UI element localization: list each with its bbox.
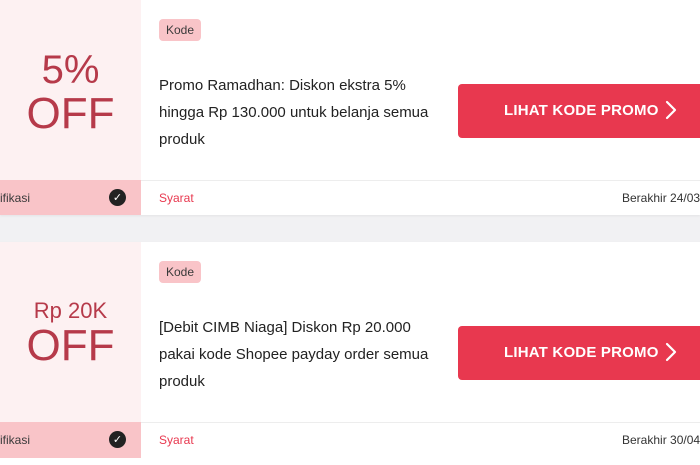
terms-link[interactable]: Syarat — [159, 433, 194, 447]
verified-label: rifikasi — [0, 433, 31, 447]
verified-strip: rifikasi ✓ — [0, 180, 141, 215]
button-label: LIHAT KODE PROMO — [504, 344, 659, 361]
code-badge: Kode — [159, 19, 202, 41]
expiry-date: Berakhir 30/04/ — [622, 433, 700, 447]
coupon-amount-off: OFF — [26, 321, 115, 370]
chevron-right-icon — [665, 100, 677, 120]
show-promo-code-button[interactable]: LIHAT KODE PROMO — [458, 326, 700, 380]
check-circle-icon: ✓ — [109, 189, 126, 206]
button-label: LIHAT KODE PROMO — [504, 102, 659, 119]
coupon-amount-value: Rp 20K — [33, 298, 108, 323]
card-divider — [141, 180, 700, 181]
coupon-amount-off: OFF — [26, 89, 115, 138]
coupon-card: 5% OFF rifikasi ✓ Kode Promo Ramadhan: D… — [0, 0, 700, 215]
terms-link[interactable]: Syarat — [159, 191, 194, 205]
coupon-amount-value: 5% — [41, 48, 100, 92]
chevron-right-icon — [665, 342, 677, 362]
coupon-card: Rp 20K OFF rifikasi ✓ Kode [Debit CIMB N… — [0, 242, 700, 465]
verified-label: rifikasi — [0, 191, 31, 205]
verified-strip: rifikasi ✓ — [0, 422, 141, 458]
coupon-amount-panel: Rp 20K OFF — [0, 242, 141, 422]
check-circle-icon: ✓ — [109, 431, 126, 448]
card-divider — [141, 422, 700, 423]
coupon-amount-panel: 5% OFF — [0, 0, 141, 180]
coupon-description: [Debit CIMB Niaga] Diskon Rp 20.000 paka… — [159, 319, 429, 390]
code-badge: Kode — [159, 261, 202, 283]
show-promo-code-button[interactable]: LIHAT KODE PROMO — [458, 84, 700, 138]
expiry-date: Berakhir 24/03/ — [622, 191, 700, 205]
coupon-description: Promo Ramadhan: Diskon ekstra 5% hingga … — [159, 77, 429, 148]
